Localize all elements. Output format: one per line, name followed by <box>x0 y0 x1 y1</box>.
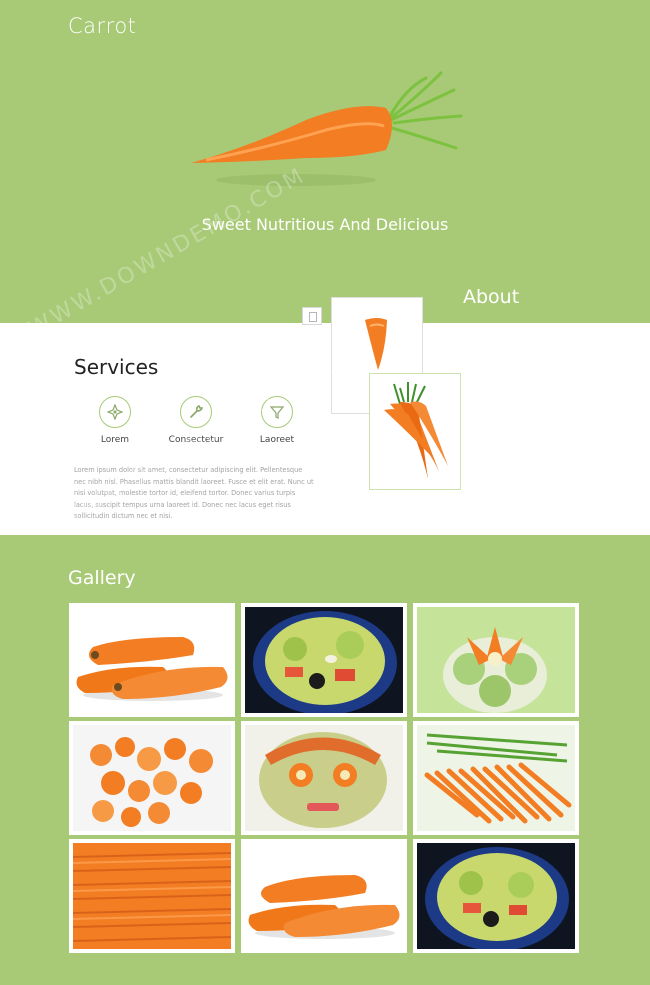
gallery-photo-salad-repeat[interactable] <box>413 839 579 953</box>
about-photo-carrot-bunch <box>369 373 461 490</box>
service-label: Consectetur <box>168 435 224 445</box>
gallery-photo-veggie-face[interactable] <box>241 721 407 835</box>
gallery-photo-carrot-bundles[interactable] <box>413 721 579 835</box>
services-description: Lorem ipsum dolor sit amet, consectetur … <box>74 466 314 520</box>
gallery-photo-carrots[interactable] <box>69 603 235 717</box>
gallery-photo-carrot-slices[interactable] <box>69 721 235 835</box>
hero-carrot-image <box>191 71 463 186</box>
about-link[interactable]: About <box>463 286 519 308</box>
gallery-photo-carrot-pile[interactable] <box>69 839 235 953</box>
gallery-photo-cauliflower-flower[interactable] <box>413 603 579 717</box>
brand-logo[interactable]: Carrot <box>68 14 136 38</box>
service-label: Lorem <box>100 435 130 445</box>
gallery-title: Gallery <box>68 567 136 589</box>
funnel-icon <box>261 396 293 428</box>
slider-handle[interactable] <box>302 307 322 325</box>
gallery-photo-carrots-repeat[interactable] <box>241 839 407 953</box>
wrench-icon <box>180 396 212 428</box>
hero-tagline: Sweet Nutritious And Delicious <box>201 215 449 234</box>
gallery-grid <box>69 603 579 953</box>
service-consectetur[interactable]: Consectetur <box>164 396 228 445</box>
service-lorem[interactable]: Lorem <box>83 396 147 445</box>
service-label: Laoreet <box>259 435 295 445</box>
compass-icon <box>99 396 131 428</box>
gallery-photo-salad-bowl[interactable] <box>241 603 407 717</box>
service-laoreet[interactable]: Laoreet <box>245 396 309 445</box>
services-title: Services <box>74 355 159 379</box>
